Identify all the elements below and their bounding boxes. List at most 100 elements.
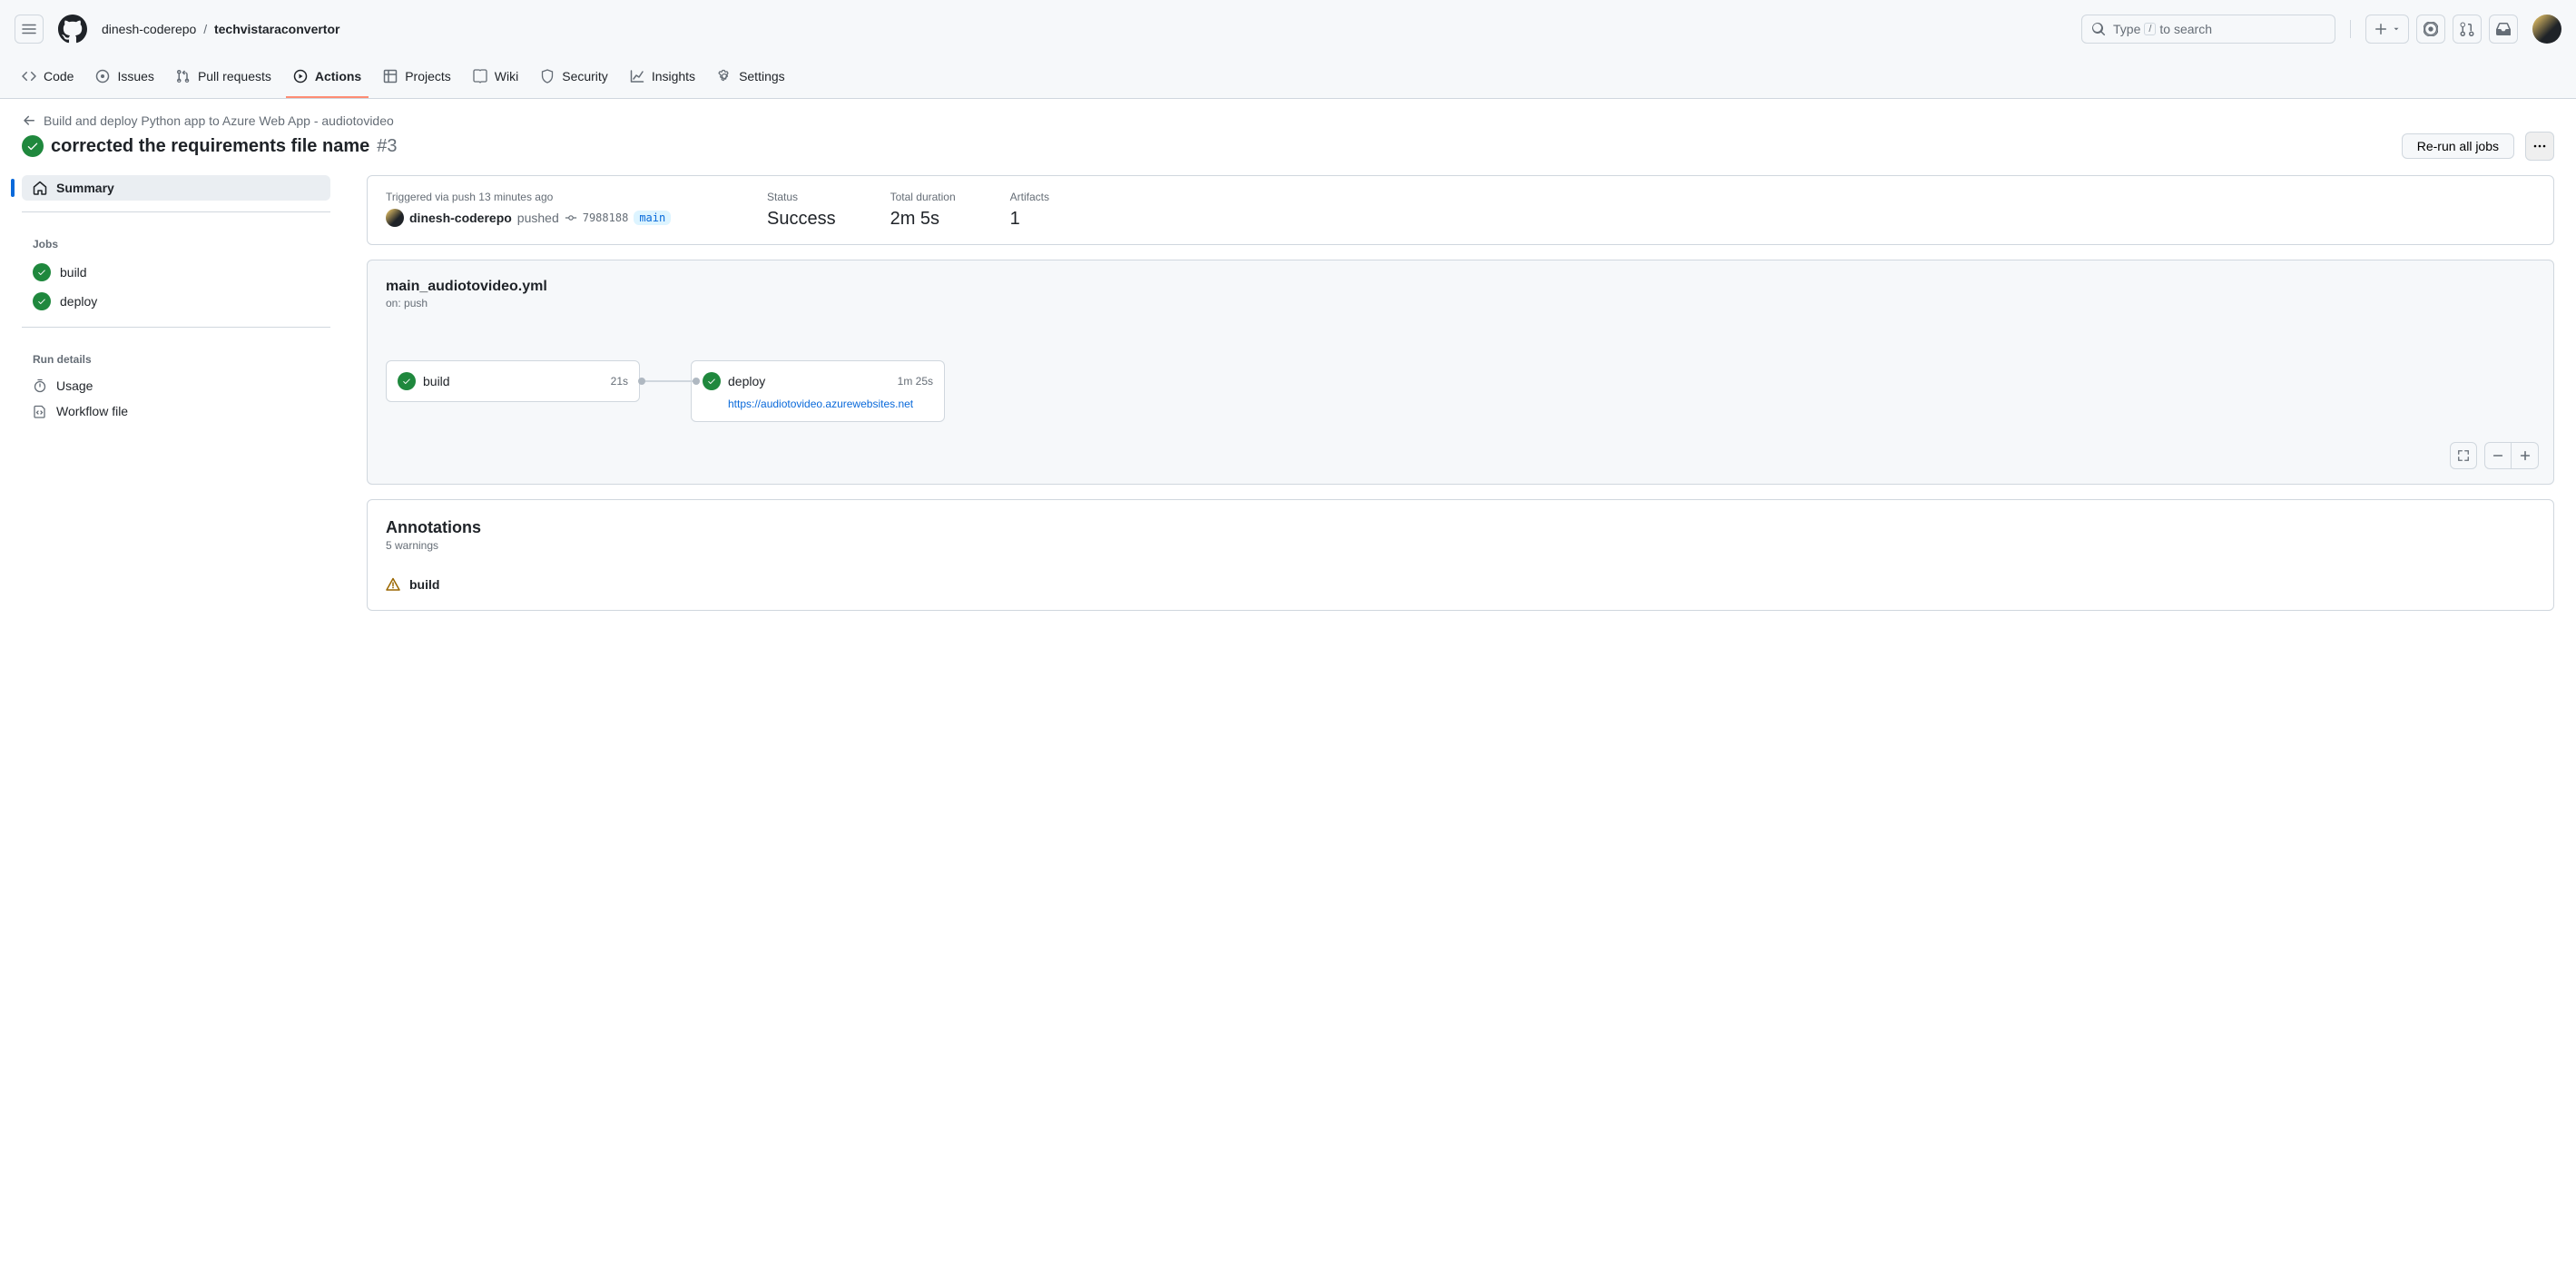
sidebar-job-build-label: build bbox=[60, 265, 87, 280]
rerun-all-jobs-button[interactable]: Re-run all jobs bbox=[2402, 133, 2514, 159]
annotation-item[interactable]: build bbox=[386, 577, 2535, 592]
workflow-filename: main_audiotovideo.yml bbox=[386, 279, 2535, 295]
artifacts-value[interactable]: 1 bbox=[1010, 209, 1049, 230]
commit-sha[interactable]: 7988188 bbox=[583, 211, 629, 224]
sidebar: Summary Jobs build deploy Run details Us… bbox=[22, 175, 330, 611]
breadcrumb-separator: / bbox=[203, 22, 207, 36]
tab-insights-label: Insights bbox=[652, 67, 695, 85]
pulls-header-button[interactable] bbox=[2453, 15, 2482, 44]
tab-projects[interactable]: Projects bbox=[376, 58, 458, 98]
inbox-icon bbox=[2496, 22, 2511, 36]
tab-code[interactable]: Code bbox=[15, 58, 81, 98]
run-meta-box: Triggered via push 13 minutes ago dinesh… bbox=[367, 175, 2554, 245]
tab-issues[interactable]: Issues bbox=[88, 58, 161, 98]
annotations-box: Annotations 5 warnings build bbox=[367, 499, 2554, 611]
job-card-deploy[interactable]: deploy 1m 25s https://audiotovideo.azure… bbox=[691, 360, 945, 422]
run-actions-menu-button[interactable] bbox=[2525, 132, 2554, 161]
zoom-in-button[interactable] bbox=[2512, 442, 2539, 469]
stopwatch-icon bbox=[33, 378, 47, 393]
sidebar-job-build[interactable]: build bbox=[22, 258, 330, 287]
plus-icon bbox=[2374, 22, 2388, 36]
search-placeholder-prefix: Type bbox=[2113, 22, 2140, 36]
hamburger-icon bbox=[22, 22, 36, 36]
sidebar-jobs-heading: Jobs bbox=[22, 223, 330, 258]
tab-security[interactable]: Security bbox=[533, 58, 615, 98]
back-to-workflow-link[interactable]: Build and deploy Python app to Azure Web… bbox=[22, 113, 2554, 128]
status-value: Success bbox=[767, 209, 836, 230]
job-card-build[interactable]: build 21s bbox=[386, 360, 640, 402]
duration-value: 2m 5s bbox=[890, 209, 956, 230]
trigger-label: Triggered via push 13 minutes ago bbox=[386, 191, 713, 203]
back-to-workflow-label: Build and deploy Python app to Azure Web… bbox=[44, 113, 394, 128]
tab-actions[interactable]: Actions bbox=[286, 58, 369, 98]
tab-code-label: Code bbox=[44, 67, 74, 85]
sidebar-details-heading: Run details bbox=[22, 339, 330, 373]
tab-actions-label: Actions bbox=[315, 67, 361, 85]
sidebar-summary-label: Summary bbox=[56, 181, 114, 195]
job-build-name: build bbox=[423, 374, 604, 388]
sidebar-usage-label: Usage bbox=[56, 378, 93, 393]
job-build-duration: 21s bbox=[611, 375, 628, 388]
artifacts-label: Artifacts bbox=[1010, 191, 1049, 203]
workflow-trigger-text: on: push bbox=[386, 297, 2535, 309]
plus-icon bbox=[2519, 449, 2532, 462]
sidebar-item-usage[interactable]: Usage bbox=[22, 373, 330, 398]
pushed-text: pushed bbox=[517, 211, 559, 225]
zoom-out-button[interactable] bbox=[2484, 442, 2512, 469]
app-header: dinesh-coderepo / techvistaraconvertor T… bbox=[0, 0, 2576, 58]
user-avatar[interactable] bbox=[2532, 15, 2561, 44]
job-deploy-name: deploy bbox=[728, 374, 890, 388]
hamburger-menu-button[interactable] bbox=[15, 15, 44, 44]
arrow-left-icon bbox=[22, 113, 36, 128]
pull-request-icon bbox=[2460, 22, 2474, 36]
tab-wiki[interactable]: Wiki bbox=[466, 58, 526, 98]
fullscreen-button[interactable] bbox=[2450, 442, 2477, 469]
sidebar-item-summary[interactable]: Summary bbox=[22, 175, 330, 201]
pull-request-icon bbox=[176, 69, 191, 83]
sidebar-job-deploy-label: deploy bbox=[60, 294, 97, 309]
search-slash-hint: / bbox=[2144, 23, 2156, 35]
annotations-title: Annotations bbox=[386, 518, 2535, 537]
caret-down-icon bbox=[2392, 25, 2401, 34]
book-icon bbox=[473, 69, 487, 83]
notifications-button[interactable] bbox=[2489, 15, 2518, 44]
repo-nav: Code Issues Pull requests Actions Projec… bbox=[0, 58, 2576, 99]
breadcrumb-owner[interactable]: dinesh-coderepo bbox=[102, 22, 196, 36]
create-new-button[interactable] bbox=[2365, 15, 2409, 44]
tab-settings-label: Settings bbox=[739, 67, 785, 85]
shield-icon bbox=[540, 69, 555, 83]
breadcrumb-repo[interactable]: techvistaraconvertor bbox=[214, 22, 340, 36]
tab-insights[interactable]: Insights bbox=[623, 58, 703, 98]
file-code-icon bbox=[33, 404, 47, 418]
tab-pulls[interactable]: Pull requests bbox=[169, 58, 279, 98]
branch-chip[interactable]: main bbox=[634, 211, 671, 225]
tab-security-label: Security bbox=[562, 67, 608, 85]
tab-issues-label: Issues bbox=[117, 67, 153, 85]
job-deploy-url[interactable]: https://audiotovideo.azurewebsites.net bbox=[728, 398, 933, 410]
kebab-icon bbox=[2532, 139, 2547, 153]
status-check-icon bbox=[22, 135, 44, 157]
sidebar-item-workflow-file[interactable]: Workflow file bbox=[22, 398, 330, 424]
check-icon bbox=[33, 263, 51, 281]
minus-icon bbox=[2492, 449, 2504, 462]
header-divider bbox=[2350, 20, 2351, 38]
workflow-graph: main_audiotovideo.yml on: push build 21s bbox=[367, 260, 2554, 485]
actor-username[interactable]: dinesh-coderepo bbox=[409, 211, 512, 225]
sidebar-job-deploy[interactable]: deploy bbox=[22, 287, 330, 316]
tab-wiki-label: Wiki bbox=[495, 67, 518, 85]
duration-label: Total duration bbox=[890, 191, 956, 203]
tab-projects-label: Projects bbox=[405, 67, 451, 85]
main-content: Triggered via push 13 minutes ago dinesh… bbox=[367, 175, 2554, 611]
annotations-subtitle: 5 warnings bbox=[386, 539, 2535, 552]
run-title: corrected the requirements file name #3 bbox=[22, 135, 2391, 157]
play-circle-icon bbox=[293, 69, 308, 83]
sidebar-workflow-file-label: Workflow file bbox=[56, 404, 128, 418]
search-input[interactable]: Type / to search bbox=[2081, 15, 2335, 44]
issues-header-button[interactable] bbox=[2416, 15, 2445, 44]
status-label: Status bbox=[767, 191, 836, 203]
github-logo-icon[interactable] bbox=[58, 15, 87, 44]
actor-avatar[interactable] bbox=[386, 209, 404, 227]
tab-settings[interactable]: Settings bbox=[710, 58, 792, 98]
check-icon bbox=[398, 372, 416, 390]
search-icon bbox=[2091, 22, 2106, 36]
